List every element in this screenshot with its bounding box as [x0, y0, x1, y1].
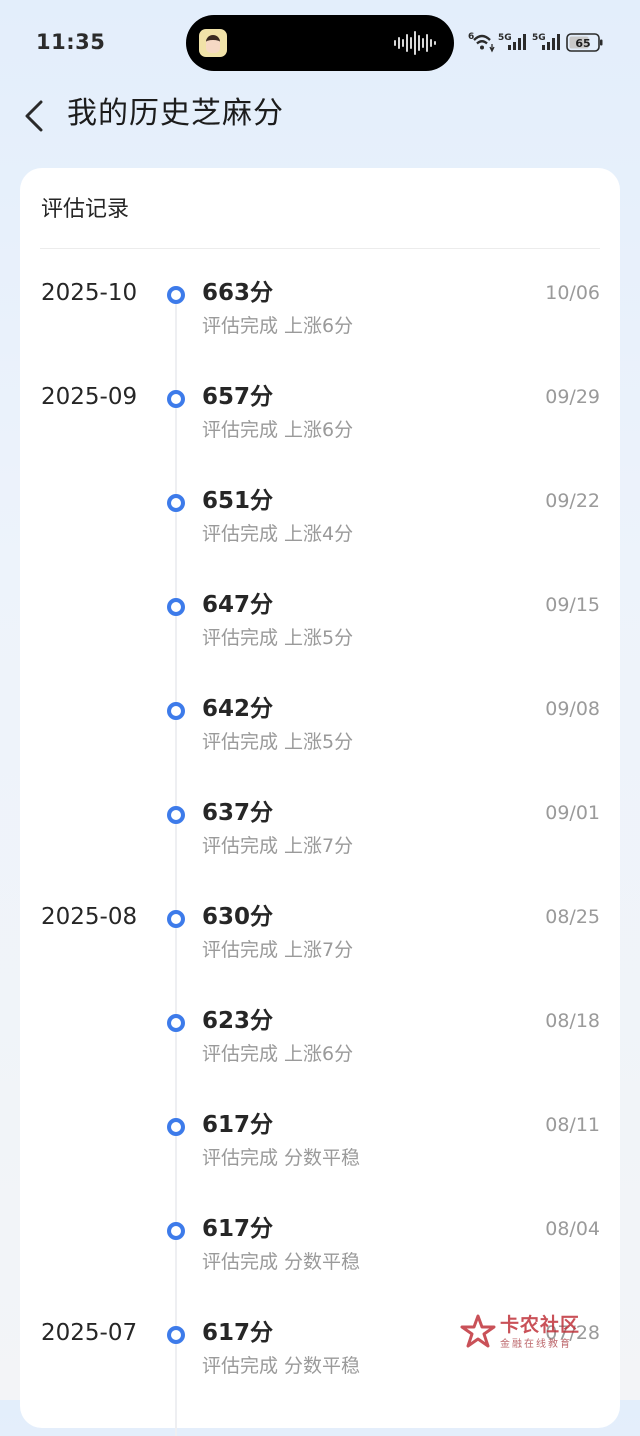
timeline-record[interactable]: 617分评估完成 分数平稳 08/04: [20, 1204, 620, 1308]
network-label-1: 5G: [498, 33, 512, 43]
record-date: 08/18: [545, 1010, 600, 1032]
record-detail: 评估完成 上涨5分: [202, 731, 354, 753]
timeline-record[interactable]: 637分评估完成 上涨7分 09/01: [20, 788, 620, 892]
watermark-logo: 卡农社区 金融在线教育: [458, 1308, 598, 1354]
timeline-record[interactable]: 2025-09 657分评估完成 上涨6分 09/29: [20, 372, 620, 476]
timeline-dot-icon: [167, 910, 185, 928]
signal-icon: 5G: [532, 33, 560, 50]
timeline-record[interactable]: 651分评估完成 上涨4分 09/22: [20, 476, 620, 580]
record-date: 08/25: [545, 906, 600, 928]
timeline-dot-icon: [167, 1118, 185, 1136]
timeline-record[interactable]: 2025-08 630分评估完成 上涨7分 08/25: [20, 892, 620, 996]
record-month: 2025-07: [41, 1320, 138, 1346]
timeline-dot-icon: [167, 1326, 185, 1344]
timeline-record[interactable]: 642分评估完成 上涨5分 09/08: [20, 684, 620, 788]
record-date: 09/15: [545, 594, 600, 616]
network-label-2: 5G: [532, 33, 546, 43]
timeline-dot-icon: [167, 390, 185, 408]
record-date: 09/08: [545, 698, 600, 720]
signal-icon: 5G: [498, 33, 526, 50]
watermark-subtitle: 金融在线教育: [500, 1339, 572, 1350]
status-icons: 6 5G 5G 65: [468, 30, 606, 56]
evaluation-records-card: 评估记录 2025-10 663分评估完成 上涨6分 10/06 2025-09 657…: [20, 168, 620, 1436]
record-detail: 评估完成 上涨4分: [202, 523, 354, 545]
audio-wave-icon: [394, 31, 436, 55]
record-detail: 评估完成 分数平稳: [202, 1355, 361, 1377]
record-score: 617分: [202, 1112, 274, 1138]
record-detail: 评估完成 上涨6分: [202, 1043, 354, 1065]
timeline-dot-icon: [167, 286, 185, 304]
wifi-badge: 6: [468, 32, 474, 42]
timeline-record[interactable]: 647分评估完成 上涨5分 09/15: [20, 580, 620, 684]
back-button[interactable]: [14, 92, 62, 140]
record-score: 651分: [202, 488, 274, 514]
record-score: 657分: [202, 384, 274, 410]
timeline-record[interactable]: 2025-10 663分评估完成 上涨6分 10/06: [20, 268, 620, 372]
record-date: 09/01: [545, 802, 600, 824]
record-date: 10/06: [545, 282, 600, 304]
timeline-dot-icon: [167, 806, 185, 824]
battery-icon: 65: [566, 33, 603, 52]
watermark-star-icon: [460, 1314, 496, 1348]
record-detail: 评估完成 上涨7分: [202, 835, 354, 857]
record-month: 2025-08: [41, 904, 138, 930]
record-score: 623分: [202, 1008, 274, 1034]
page-title: 我的历史芝麻分: [67, 96, 284, 131]
card-title: 评估记录: [41, 197, 130, 222]
watermark-title: 卡农社区: [500, 1314, 581, 1336]
battery-level: 65: [575, 37, 590, 50]
record-score: 663分: [202, 280, 274, 306]
timeline-dot-icon: [167, 494, 185, 512]
dynamic-island[interactable]: [186, 15, 454, 71]
record-month: 2025-10: [41, 280, 138, 306]
record-detail: 评估完成 上涨7分: [202, 939, 354, 961]
record-score: 637分: [202, 800, 274, 826]
record-score: 617分: [202, 1216, 274, 1242]
status-time: 11:35: [36, 30, 106, 54]
timeline-dot-icon: [167, 598, 185, 616]
timeline-dot-icon: [167, 702, 185, 720]
record-detail: 评估完成 上涨6分: [202, 315, 354, 337]
timeline-dot-icon: [167, 1222, 185, 1240]
timeline-record[interactable]: 623分评估完成 上涨6分 08/18: [20, 996, 620, 1100]
header: 我的历史芝麻分: [0, 88, 640, 144]
wifi-icon: 6: [468, 32, 495, 53]
record-detail: 评估完成 分数平稳: [202, 1251, 361, 1273]
divider: [40, 248, 600, 249]
record-score: 647分: [202, 592, 274, 618]
record-date: 08/04: [545, 1218, 600, 1240]
record-score: 630分: [202, 904, 274, 930]
timeline-dot-icon: [167, 1014, 185, 1032]
timeline-record[interactable]: 617分评估完成 分数平稳 08/11: [20, 1100, 620, 1204]
record-date: 08/11: [545, 1114, 600, 1136]
record-detail: 评估完成 上涨5分: [202, 627, 354, 649]
app-thumbnail-icon[interactable]: [199, 29, 227, 57]
status-bar: 11:35 6 5G 5G 65: [0, 0, 640, 88]
record-date: 09/29: [545, 386, 600, 408]
chevron-left-icon: [25, 100, 43, 132]
record-detail: 评估完成 分数平稳: [202, 1147, 361, 1169]
record-score: 642分: [202, 696, 274, 722]
record-date: 09/22: [545, 490, 600, 512]
record-month: 2025-09: [41, 384, 138, 410]
record-score: 617分: [202, 1320, 274, 1346]
record-detail: 评估完成 上涨6分: [202, 419, 354, 441]
